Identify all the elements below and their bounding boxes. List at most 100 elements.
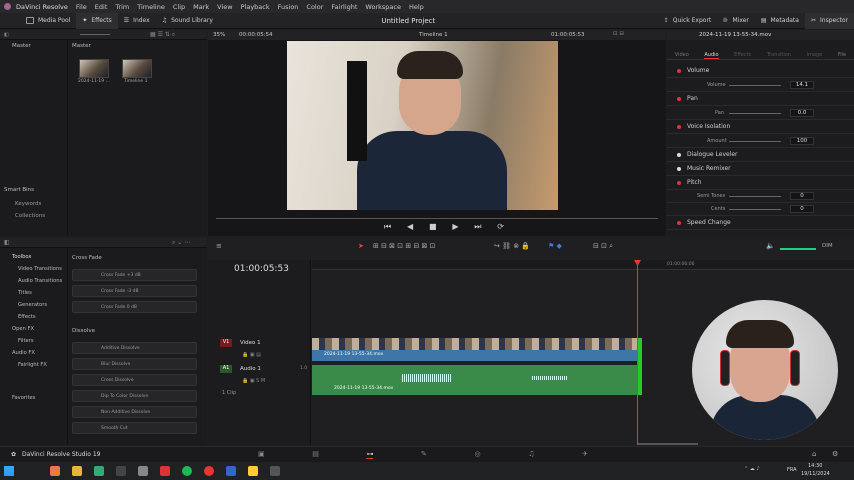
first-frame-icon[interactable]: ⏮ — [384, 222, 391, 232]
flag-icon[interactable]: ⚑ ◆ — [548, 242, 562, 250]
quick-export-button[interactable]: ⇪ Quick Export — [658, 13, 718, 29]
collections-item[interactable]: Collections — [15, 213, 45, 219]
deliver-page-icon[interactable]: ✈ — [582, 450, 588, 459]
titles-item[interactable]: Titles — [0, 287, 67, 299]
start-icon[interactable] — [4, 466, 14, 476]
home-icon[interactable]: ⌂ — [812, 450, 816, 458]
zoom-level[interactable]: 35% — [213, 32, 225, 38]
enable-dot[interactable] — [677, 152, 681, 157]
clock-time[interactable]: 14:30 — [808, 463, 822, 469]
tab-image[interactable]: Image — [807, 42, 823, 59]
media-page-icon[interactable]: ▣ — [258, 450, 265, 459]
open-fx-item[interactable]: Open FX — [0, 323, 67, 335]
metadata-button[interactable]: ▤ Metadata — [755, 13, 805, 29]
view-options-icon[interactable]: ▦ ☰ ⇅ ⌕ — [150, 31, 175, 39]
reverse-icon[interactable]: ◀ — [407, 222, 413, 232]
enable-dot[interactable] — [677, 124, 681, 129]
viewer-options-icon[interactable]: ⊡ ⊟ — [613, 31, 624, 37]
menu-trim[interactable]: Trim — [115, 3, 129, 11]
color-page-icon[interactable]: ◎ — [475, 450, 481, 459]
audio-fx-item[interactable]: Audio FX — [0, 347, 67, 359]
enable-dot[interactable] — [677, 96, 681, 101]
tray-icons[interactable]: ⌃ ☁ ♪ — [744, 466, 760, 472]
loop-icon[interactable]: ⟳ — [497, 222, 504, 232]
speed-change-section[interactable]: Speed Change — [667, 216, 854, 230]
pitch-section[interactable]: Pitch — [667, 176, 854, 190]
tab-transition[interactable]: Transition — [767, 42, 791, 59]
selection-tool-icon[interactable]: ➤ — [358, 242, 364, 250]
settings-icon[interactable]: ⚙ — [832, 450, 838, 458]
edit-tools-icon[interactable]: ⊞ ⊟ ⊠ ⊡ ⊞ ⊟ ⊠ ⊡ — [373, 242, 436, 250]
menu-view[interactable]: View — [217, 3, 232, 11]
inspector-button[interactable]: ✂ Inspector — [804, 12, 854, 29]
video-clip[interactable]: 2024-11-19 13-55-34.mov — [312, 350, 638, 361]
menu-color[interactable]: Color — [306, 3, 323, 11]
app-icon[interactable] — [160, 466, 170, 476]
thumbnail-size-slider[interactable] — [80, 34, 110, 35]
enable-dot[interactable] — [677, 180, 681, 185]
cents-slider[interactable] — [729, 209, 781, 210]
menu-edit[interactable]: Edit — [95, 3, 108, 11]
panel-toggle-icon[interactable]: ◧ — [4, 239, 10, 246]
fusion-page-icon[interactable]: ✎ — [421, 450, 427, 459]
enable-dot[interactable] — [677, 166, 681, 171]
timeline-scrollbar[interactable] — [638, 443, 698, 445]
toolbox-item[interactable]: Toolbox — [0, 251, 67, 263]
playhead[interactable] — [637, 260, 638, 445]
amount-value[interactable]: 100 — [790, 137, 814, 145]
volume-value[interactable]: 14.1 — [790, 81, 814, 89]
voice-isolation-section[interactable]: Voice Isolation — [667, 120, 854, 134]
dim-button[interactable]: DIM — [822, 243, 833, 249]
cross-fade-minus3[interactable]: Cross Fade -3 dB — [72, 285, 197, 297]
media-pool-button[interactable]: Media Pool — [20, 13, 76, 29]
pan-value[interactable]: 0.0 — [790, 109, 814, 117]
fairlight-page-icon[interactable]: ♫ — [528, 450, 534, 459]
audio-track-controls-icon[interactable]: 🔒 ▣ S M — [242, 378, 265, 384]
mixer-button[interactable]: ⊪ Mixer — [717, 13, 755, 29]
index-button[interactable]: ☰ Index — [118, 13, 156, 29]
menu-fairlight[interactable]: Fairlight — [331, 3, 357, 11]
menu-workspace[interactable]: Workspace — [365, 3, 401, 11]
menu-clip[interactable]: Clip — [173, 3, 185, 11]
semitones-slider[interactable] — [729, 196, 781, 197]
app-icon[interactable] — [270, 466, 280, 476]
generators-item[interactable]: Generators — [0, 299, 67, 311]
cross-dissolve[interactable]: Cross Dissolve — [72, 374, 197, 386]
master-volume-slider[interactable] — [780, 248, 816, 250]
brave-icon[interactable] — [50, 466, 60, 476]
menu-file[interactable]: File — [76, 3, 87, 11]
time-ruler[interactable]: 01:00:06:00 — [312, 260, 854, 270]
clip-end-handle[interactable] — [638, 338, 642, 395]
app-icon[interactable] — [94, 466, 104, 476]
effects-item[interactable]: Effects — [0, 311, 67, 323]
cents-value[interactable]: 0 — [790, 205, 814, 213]
last-frame-icon[interactable]: ⏭ — [474, 222, 481, 232]
bin-master[interactable]: Master — [12, 43, 31, 49]
play-icon[interactable]: ▶ — [452, 222, 458, 232]
spotify-icon[interactable] — [182, 466, 192, 476]
timeline-thumbnail[interactable] — [122, 59, 152, 78]
menu-help[interactable]: Help — [409, 3, 424, 11]
menu-playback[interactable]: Playback — [241, 3, 270, 11]
language-indicator[interactable]: FRA — [787, 467, 797, 473]
smooth-cut[interactable]: Smooth Cut — [72, 422, 197, 434]
app-icon[interactable] — [204, 466, 214, 476]
timeline-selector[interactable]: Timeline 1 — [419, 32, 448, 38]
blur-dissolve[interactable]: Blur Dissolve — [72, 358, 197, 370]
tab-audio[interactable]: Audio — [704, 42, 719, 59]
cross-fade-0[interactable]: Cross Fade 0 dB — [72, 301, 197, 313]
tab-video[interactable]: Video — [675, 42, 689, 59]
tab-effects[interactable]: Effects — [734, 42, 751, 59]
app-icon[interactable] — [116, 466, 126, 476]
menu-fusion[interactable]: Fusion — [278, 3, 299, 11]
video-transitions-item[interactable]: Video Transitions — [0, 263, 67, 275]
a1-label[interactable]: A1 — [220, 365, 232, 373]
enable-dot[interactable] — [677, 68, 681, 73]
menu-mark[interactable]: Mark — [193, 3, 209, 11]
clock-date[interactable]: 19/11/2024 — [801, 471, 830, 477]
enable-dot[interactable] — [677, 220, 681, 225]
fairlight-fx-item[interactable]: Fairlight FX — [0, 359, 67, 371]
cut-page-icon[interactable]: ▤ — [312, 450, 319, 459]
cross-fade-plus3[interactable]: Cross Fade +3 dB — [72, 269, 197, 281]
video-clip-thumbs[interactable] — [312, 338, 638, 350]
